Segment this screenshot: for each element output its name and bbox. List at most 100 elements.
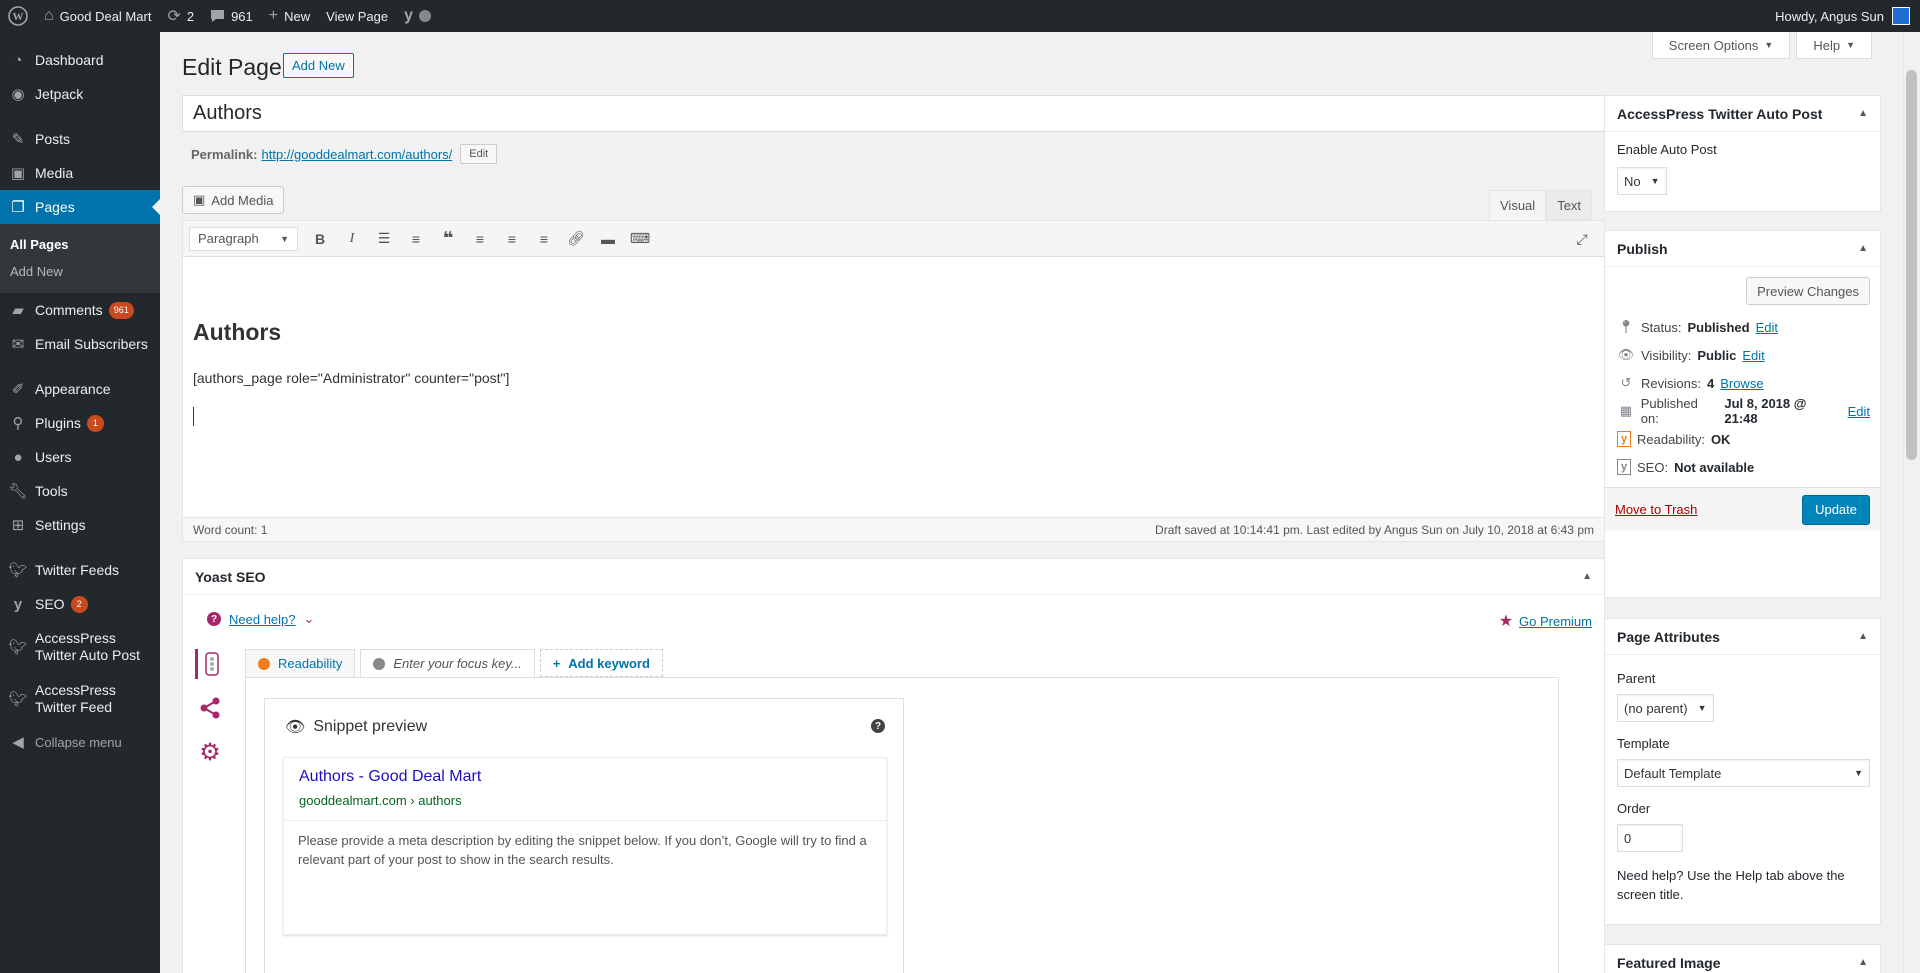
collapse-toggle-icon[interactable]: ▲ [1858, 631, 1868, 642]
yoast-need-help[interactable]: ? Need help? ⌄ [207, 611, 314, 627]
comments-link[interactable]: 961 [202, 0, 261, 32]
collapse-toggle-icon[interactable]: ▲ [1858, 108, 1868, 119]
screen-options-button[interactable]: Screen Options ▼ [1651, 32, 1791, 59]
page-attributes-header[interactable]: Page Attributes ▲ [1605, 619, 1880, 655]
italic-icon[interactable]: I [336, 225, 368, 253]
post-title-input[interactable]: Authors [182, 95, 1605, 132]
permalink-label: Permalink: [191, 146, 258, 162]
visibility-edit-link[interactable]: Edit [1742, 348, 1764, 363]
sidebar-item-accesspress-auto-post[interactable]: 🐦︎ AccessPress Twitter Auto Post [0, 621, 160, 673]
help-button[interactable]: Help ▼ [1796, 32, 1872, 59]
tab-readability[interactable]: Readability [245, 649, 356, 677]
sidebar-item-tools[interactable]: 🔧︎ Tools [0, 474, 160, 508]
revisions-row: ↺ Revisions: 4 Browse [1617, 369, 1870, 397]
sidebar-item-plugins[interactable]: ⚲ Plugins 1 [0, 406, 160, 440]
sidebar-item-email-subscribers[interactable]: ✉ Email Subscribers [0, 327, 160, 361]
plugin-icon: ⚲ [12, 415, 24, 432]
go-premium-link[interactable]: ★ Go Premium [1499, 611, 1592, 631]
order-label: Order [1617, 801, 1651, 816]
sidebar-item-accesspress-feed[interactable]: 🐦︎ AccessPress Twitter Feed [0, 673, 160, 725]
updates-count: 2 [186, 8, 195, 24]
tab-visual[interactable]: Visual [1489, 190, 1547, 220]
fullscreen-icon[interactable]: ⤢ [1566, 225, 1598, 253]
editor-content-area[interactable]: Authors [authors_page role="Administrato… [183, 257, 1604, 507]
sidebar-item-seo[interactable]: y SEO 2 [0, 587, 160, 621]
page-scrollbar[interactable] [1903, 32, 1920, 973]
wordpress-logo-icon[interactable]: W [0, 0, 36, 32]
sidebar-item-pages[interactable]: ❐ Pages [0, 190, 160, 224]
need-help-link[interactable]: Need help? [229, 612, 296, 627]
published-edit-link[interactable]: Edit [1848, 404, 1870, 419]
add-new-button[interactable]: Add New [283, 53, 354, 78]
snippet-title: Authors - Good Deal Mart [299, 768, 482, 785]
align-left-icon[interactable]: ≡ [464, 225, 496, 253]
gear-icon[interactable]: ⚙ [195, 737, 225, 767]
twitter-box-header[interactable]: AccessPress Twitter Auto Post ▲ [1605, 96, 1880, 132]
traffic-light-icon[interactable] [195, 649, 225, 679]
permalink-row: Permalink: http://gooddealmart.com/autho… [191, 144, 498, 164]
align-center-icon[interactable]: ≡ [496, 225, 528, 253]
status-edit-link[interactable]: Edit [1756, 320, 1778, 335]
bold-icon[interactable]: B [304, 225, 336, 253]
submenu-add-new[interactable]: Add New [0, 258, 160, 285]
format-select[interactable]: Paragraph ▼ [189, 226, 298, 251]
collapse-menu-button[interactable]: ◀ Collapse menu [0, 725, 160, 759]
toolbar-toggle-icon[interactable]: ⌨ [624, 225, 656, 253]
view-page-link[interactable]: View Page [318, 0, 396, 32]
bullet-list-icon[interactable]: ☰ [368, 225, 400, 253]
read-more-icon[interactable]: ▬ [592, 225, 624, 253]
revisions-browse-link[interactable]: Browse [1720, 376, 1763, 391]
preview-changes-button[interactable]: Preview Changes [1746, 277, 1870, 305]
permalink-link[interactable]: http://gooddealmart.com/authors/ [261, 147, 452, 162]
page-attributes-box: Page Attributes ▲ Parent (no parent) ▼ T… [1604, 618, 1881, 925]
updates-link[interactable]: ⟳ 2 [159, 0, 202, 32]
sidebar-item-label: Media [35, 165, 74, 181]
permalink-edit-button[interactable]: Edit [460, 144, 498, 164]
sidebar-item-twitter-feeds[interactable]: 🐦︎ Twitter Feeds [0, 553, 160, 587]
scrollbar-thumb[interactable] [1906, 70, 1917, 460]
sidebar-item-comments[interactable]: ▰ Comments 961 [0, 293, 160, 327]
sidebar-item-jetpack[interactable]: ◉ Jetpack [0, 77, 160, 111]
sidebar-item-dashboard[interactable]: ◔ Dashboard [0, 43, 160, 77]
blockquote-icon[interactable]: ❝ [432, 225, 464, 253]
sidebar-item-posts[interactable]: ✎ Posts [0, 122, 160, 156]
yoast-header[interactable]: Yoast SEO ▲ [183, 559, 1604, 595]
featured-image-header[interactable]: Featured Image ▲ [1605, 945, 1880, 973]
account-menu[interactable]: Howdy, Angus Sun [1767, 0, 1920, 32]
add-media-button[interactable]: ▣ Add Media [182, 186, 285, 214]
share-icon[interactable] [195, 693, 225, 723]
collapse-toggle-icon[interactable]: ▲ [1582, 571, 1592, 582]
snippet-card[interactable]: Authors - Good Deal Mart gooddealmart.co… [283, 757, 887, 935]
update-button[interactable]: Update [1802, 494, 1870, 525]
new-label: New [284, 8, 311, 24]
collapse-toggle-icon[interactable]: ▲ [1858, 243, 1868, 254]
yoast-adminbar-link[interactable]: y [396, 0, 439, 32]
align-right-icon[interactable]: ≡ [528, 225, 560, 253]
numbered-list-icon[interactable]: ≡ [400, 225, 432, 253]
twitter-auto-post-box: AccessPress Twitter Auto Post ▲ Enable A… [1604, 95, 1881, 212]
question-icon[interactable]: ? [871, 719, 885, 733]
pin-icon: ✎ [11, 131, 25, 148]
sidebar-item-label: Twitter Feeds [35, 562, 120, 578]
site-name-link[interactable]: ⌂ Good Deal Mart [36, 0, 159, 32]
page-title: Edit Page [182, 54, 282, 80]
submenu-all-pages[interactable]: All Pages [0, 231, 160, 258]
link-icon[interactable]: 🔗︎ [560, 225, 592, 253]
tab-text[interactable]: Text [1546, 190, 1593, 220]
enable-auto-post-select[interactable]: No ▼ [1617, 167, 1667, 195]
order-input[interactable]: 0 [1617, 824, 1683, 852]
sidebar-item-media[interactable]: ▣ Media [0, 156, 160, 190]
tab-focus-keyword[interactable]: Enter your focus key... [360, 649, 535, 677]
collapse-toggle-icon[interactable]: ▲ [1858, 957, 1868, 968]
parent-select[interactable]: (no parent) ▼ [1617, 694, 1714, 722]
template-select[interactable]: Default Template ▼ [1617, 759, 1870, 787]
add-keyword-button[interactable]: + Add keyword [539, 649, 663, 677]
sidebar-item-label: Settings [35, 517, 86, 533]
admin-sidebar: ◔ Dashboard ◉ Jetpack ✎ Posts ▣ Media ❐ … [0, 32, 160, 973]
sidebar-item-users[interactable]: ● Users [0, 440, 160, 474]
move-to-trash-link[interactable]: Move to Trash [1615, 502, 1697, 517]
new-content-link[interactable]: + New [261, 0, 318, 32]
sidebar-item-settings[interactable]: ⊞ Settings [0, 508, 160, 542]
publish-header[interactable]: Publish ▲ [1605, 231, 1880, 267]
sidebar-item-appearance[interactable]: ✐ Appearance [0, 372, 160, 406]
